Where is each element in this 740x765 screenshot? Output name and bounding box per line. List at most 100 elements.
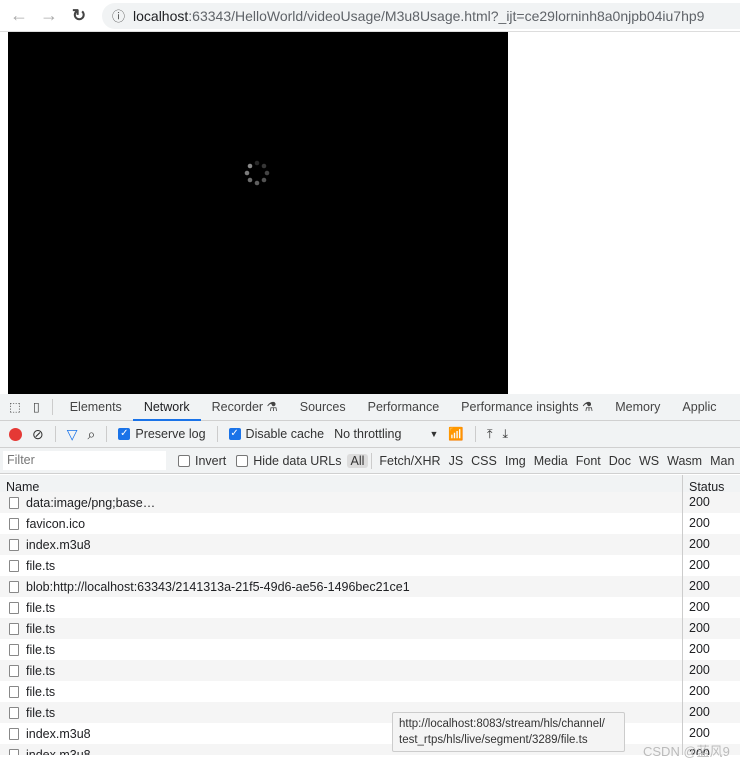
- request-name: file.ts: [26, 558, 56, 573]
- request-name-cell: file.ts: [0, 660, 683, 681]
- table-row[interactable]: index.m3u8 200: [0, 744, 740, 755]
- request-name: blob:http://localhost:63343/2141313a-21f…: [26, 579, 410, 594]
- file-icon: [9, 727, 19, 740]
- reload-button[interactable]: ↻: [68, 6, 90, 26]
- table-row[interactable]: file.ts 200: [0, 681, 740, 702]
- tab-performance[interactable]: Performance: [357, 394, 451, 421]
- forward-button[interactable]: →: [38, 5, 60, 26]
- request-status: 200: [689, 684, 710, 698]
- back-button[interactable]: ←: [8, 5, 30, 26]
- table-row[interactable]: file.ts 200: [0, 618, 740, 639]
- tab-performance-insights[interactable]: Performance insights ⚗: [450, 394, 604, 421]
- request-name-cell: file.ts: [0, 555, 683, 576]
- throttling-select[interactable]: No throttling ▼: [334, 427, 438, 441]
- table-row[interactable]: favicon.ico 200: [0, 513, 740, 534]
- table-row[interactable]: file.ts 200: [0, 702, 740, 723]
- search-icon[interactable]: ⌕: [88, 426, 96, 443]
- tab-application[interactable]: Applic: [671, 394, 727, 421]
- request-name-cell: favicon.ico: [0, 513, 683, 534]
- url-tooltip: http://localhost:8083/stream/hls/channel…: [392, 712, 625, 752]
- divider: [371, 452, 373, 469]
- filter-type-media[interactable]: Media: [530, 454, 572, 468]
- request-status: 200: [689, 600, 710, 614]
- filter-type-wasm[interactable]: Wasm: [663, 454, 706, 468]
- filter-type-fetch-xhr[interactable]: Fetch/XHR: [375, 454, 444, 468]
- tab-sources[interactable]: Sources: [289, 394, 357, 421]
- filter-icon[interactable]: ▽: [67, 426, 78, 443]
- request-name: file.ts: [26, 642, 56, 657]
- divider: [54, 426, 56, 442]
- video-player[interactable]: [8, 32, 508, 394]
- request-status: 200: [689, 642, 710, 656]
- request-name: index.m3u8: [26, 537, 91, 552]
- table-row[interactable]: file.ts 200: [0, 597, 740, 618]
- tab-recorder[interactable]: Recorder ⚗: [201, 394, 289, 421]
- table-row[interactable]: index.m3u8 200: [0, 534, 740, 555]
- browser-toolbar: ← → ↻ ⓘ localhost:63343/HelloWorld/video…: [0, 0, 740, 32]
- request-status: 200: [689, 495, 710, 509]
- request-name-cell: index.m3u8: [0, 534, 683, 555]
- request-name-cell: file.ts: [0, 597, 683, 618]
- disable-cache-checkbox[interactable]: ✓ Disable cache: [228, 427, 325, 441]
- file-icon: [9, 685, 19, 698]
- request-name: file.ts: [26, 600, 56, 615]
- filter-type-ws[interactable]: WS: [635, 454, 663, 468]
- filter-type-js[interactable]: JS: [445, 454, 468, 468]
- filter-type-css[interactable]: CSS: [467, 454, 501, 468]
- table-row[interactable]: data:image/png;base… 200: [0, 492, 740, 513]
- disable-cache-label: Disable cache: [245, 427, 325, 441]
- request-name: favicon.ico: [26, 516, 86, 531]
- clear-icon[interactable]: ⊘: [32, 426, 44, 443]
- loading-spinner-icon: [244, 160, 270, 186]
- request-status: 200: [689, 579, 710, 593]
- table-row[interactable]: file.ts 200: [0, 639, 740, 660]
- file-icon: [9, 643, 19, 656]
- filter-type-img[interactable]: Img: [501, 454, 530, 468]
- tooltip-line: test_rtps/hls/live/segment/3289/file.ts: [399, 734, 588, 746]
- request-name-cell: data:image/png;base…: [0, 492, 683, 513]
- export-har-icon[interactable]: ⤓: [503, 427, 509, 442]
- request-name-cell: file.ts: [0, 681, 683, 702]
- file-icon: [9, 706, 19, 719]
- import-har-icon[interactable]: ⤒: [487, 427, 493, 442]
- request-status: 200: [689, 537, 710, 551]
- table-row[interactable]: file.ts 200: [0, 660, 740, 681]
- watermark: CSDN @蓝风9: [643, 744, 730, 759]
- network-conditions-icon[interactable]: 📶: [448, 427, 464, 442]
- table-row[interactable]: blob:http://localhost:63343/2141313a-21f…: [0, 576, 740, 597]
- inspect-icon[interactable]: ⬚: [0, 394, 27, 421]
- request-name: file.ts: [26, 684, 56, 699]
- filter-type-font[interactable]: Font: [572, 454, 605, 468]
- request-name: data:image/png;base…: [26, 495, 156, 510]
- tab-memory[interactable]: Memory: [604, 394, 671, 421]
- devtools-tabs: ⬚ ▯ Elements Network Recorder ⚗ Sources …: [0, 394, 740, 421]
- file-icon: [9, 664, 19, 677]
- tab-network[interactable]: Network: [132, 394, 201, 421]
- preserve-log-checkbox[interactable]: ✓ Preserve log: [118, 427, 206, 441]
- record-button[interactable]: [9, 427, 22, 441]
- info-icon[interactable]: ⓘ: [112, 6, 125, 25]
- invert-checkbox[interactable]: Invert: [178, 454, 226, 468]
- tab-elements[interactable]: Elements: [59, 394, 133, 421]
- request-status: 200: [689, 558, 710, 572]
- request-status: 200: [689, 621, 710, 635]
- file-icon: [9, 748, 19, 755]
- table-row[interactable]: index.m3u8 200: [0, 723, 740, 744]
- address-bar[interactable]: ⓘ localhost:63343/HelloWorld/videoUsage/…: [102, 2, 740, 29]
- file-icon: [9, 496, 19, 509]
- file-icon: [9, 559, 19, 572]
- request-name-cell: file.ts: [0, 618, 683, 639]
- filter-type-manifest[interactable]: Man: [706, 454, 738, 468]
- file-icon: [9, 601, 19, 614]
- filter-input[interactable]: Filter: [3, 451, 166, 470]
- hide-data-urls-checkbox[interactable]: Hide data URLs: [236, 453, 342, 468]
- request-status: 200: [689, 705, 710, 719]
- device-toolbar-icon[interactable]: ▯: [27, 394, 46, 421]
- divider: [51, 399, 53, 415]
- filter-type-all[interactable]: All: [346, 453, 369, 468]
- request-name: index.m3u8: [26, 747, 91, 756]
- table-row[interactable]: file.ts 200: [0, 555, 740, 576]
- hide-data-urls-label: Hide data URLs: [253, 453, 342, 468]
- request-status: 200: [689, 516, 710, 530]
- filter-type-doc[interactable]: Doc: [605, 454, 635, 468]
